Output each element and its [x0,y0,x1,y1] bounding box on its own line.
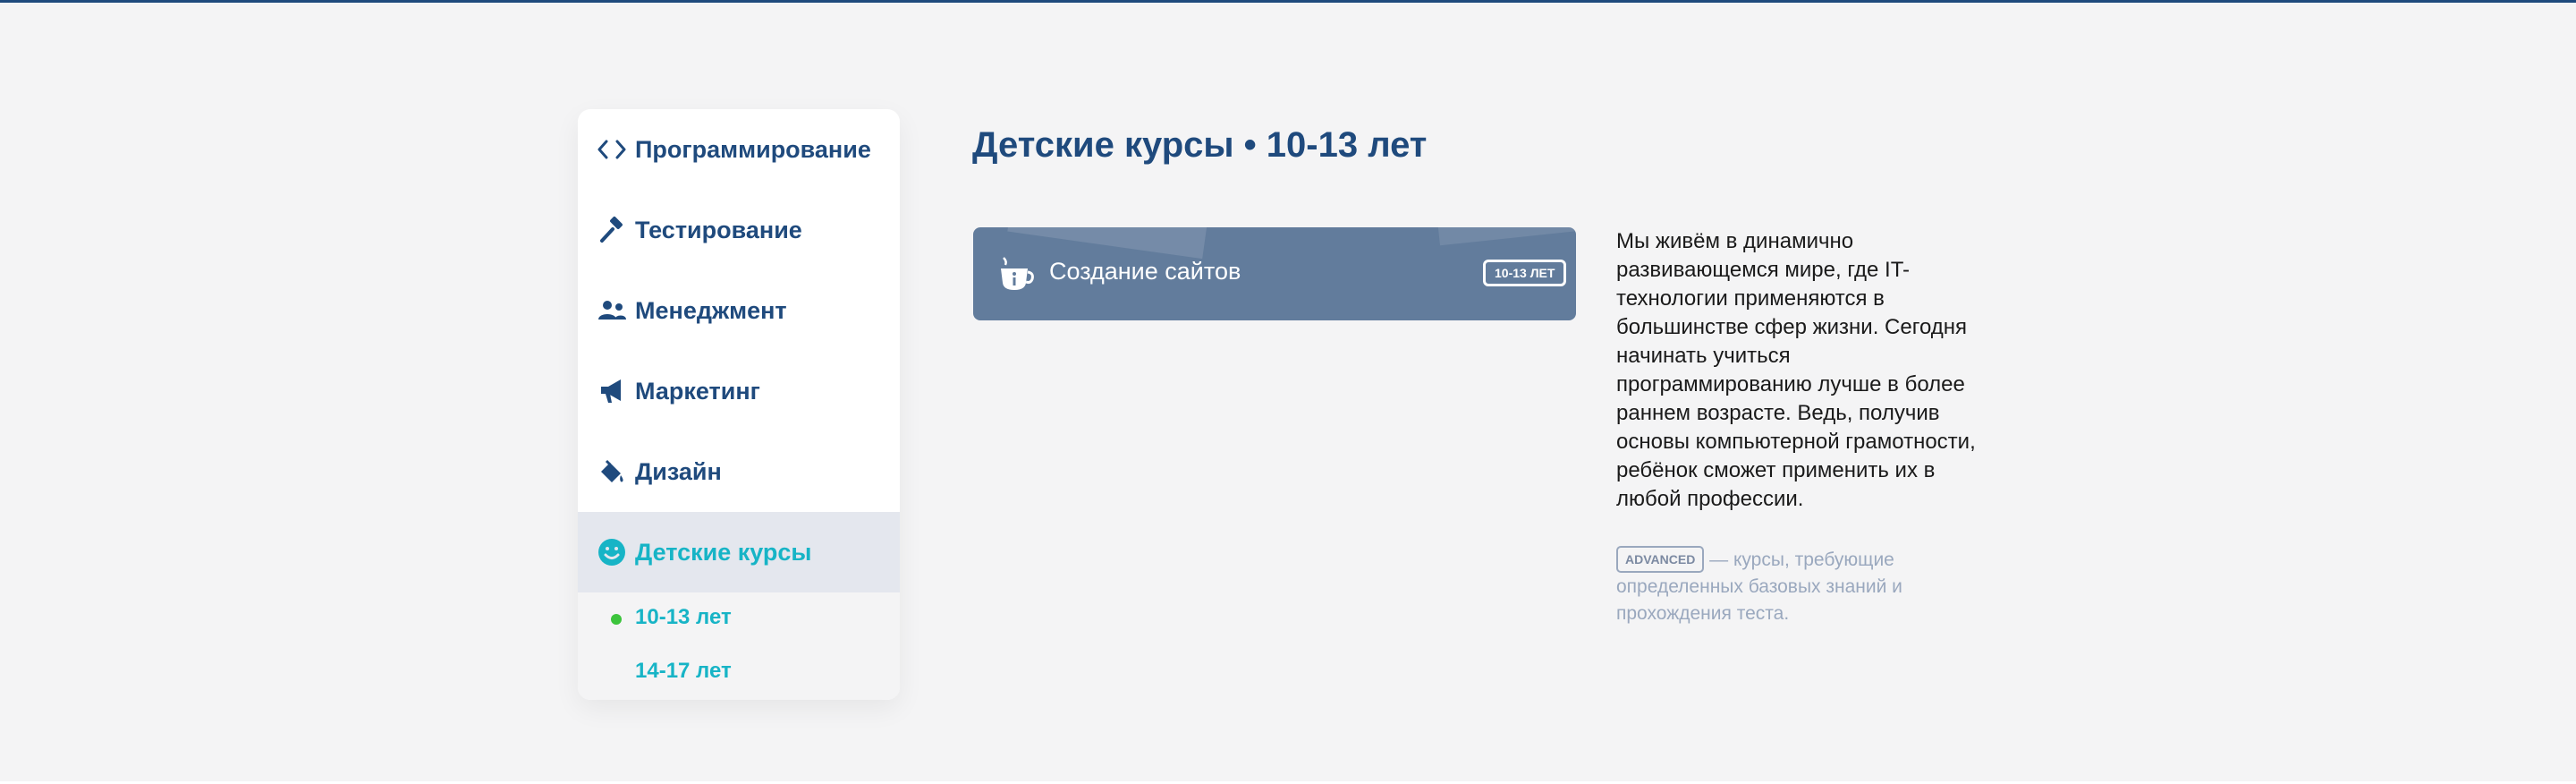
card-decoration [1436,227,1576,246]
top-accent-line [0,0,2576,3]
sidebar-item-marketing[interactable]: Маркетинг [578,351,900,431]
subnav-item-10-13[interactable]: 10-13 лет [635,605,732,630]
page-title: Детские курсы • 10-13 лет [972,125,1428,165]
smiley-icon [596,536,628,568]
advanced-legend: ADVANCED — курсы, требующие определенных… [1616,546,1974,627]
paint-bucket-icon [596,456,628,488]
sidebar-item-label: Менеджмент [635,296,787,324]
sidebar-item-testing[interactable]: Тестирование [578,190,900,270]
age-badge: 10-13 ЛЕТ [1483,260,1567,286]
sidebar-item-management[interactable]: Менеджмент [578,270,900,351]
hammer-icon [596,214,628,246]
course-name: Создание сайтов [1049,258,1241,285]
sidebar-item-label: Программирование [635,135,871,163]
category-sidebar: Программирование Тестирование Менеджмент… [578,109,900,700]
course-card[interactable]: Создание сайтов 10-13 ЛЕТ [973,227,1576,320]
megaphone-icon [596,375,628,407]
sidebar-item-label: Маркетинг [635,377,760,405]
subnav-item-14-17[interactable]: 14-17 лет [635,659,732,684]
section-description: Мы живём в динамично развивающемся мире,… [1616,229,1976,511]
card-decoration [1007,227,1208,260]
kids-subnav: 10-13 лет 14-17 лет [578,592,900,700]
code-icon [596,133,628,166]
advanced-tag: ADVANCED [1616,546,1705,573]
sidebar-item-kids-courses[interactable]: Детские курсы [578,512,900,592]
active-dot-indicator [611,614,622,625]
sidebar-item-label: Тестирование [635,216,802,243]
sidebar-item-label: Дизайн [635,457,722,485]
people-icon [596,294,628,327]
teacup-info-icon [998,254,1036,294]
sidebar-item-design[interactable]: Дизайн [578,431,900,512]
sidebar-item-programming[interactable]: Программирование [578,109,900,190]
sidebar-item-label: Детские курсы [635,538,812,566]
